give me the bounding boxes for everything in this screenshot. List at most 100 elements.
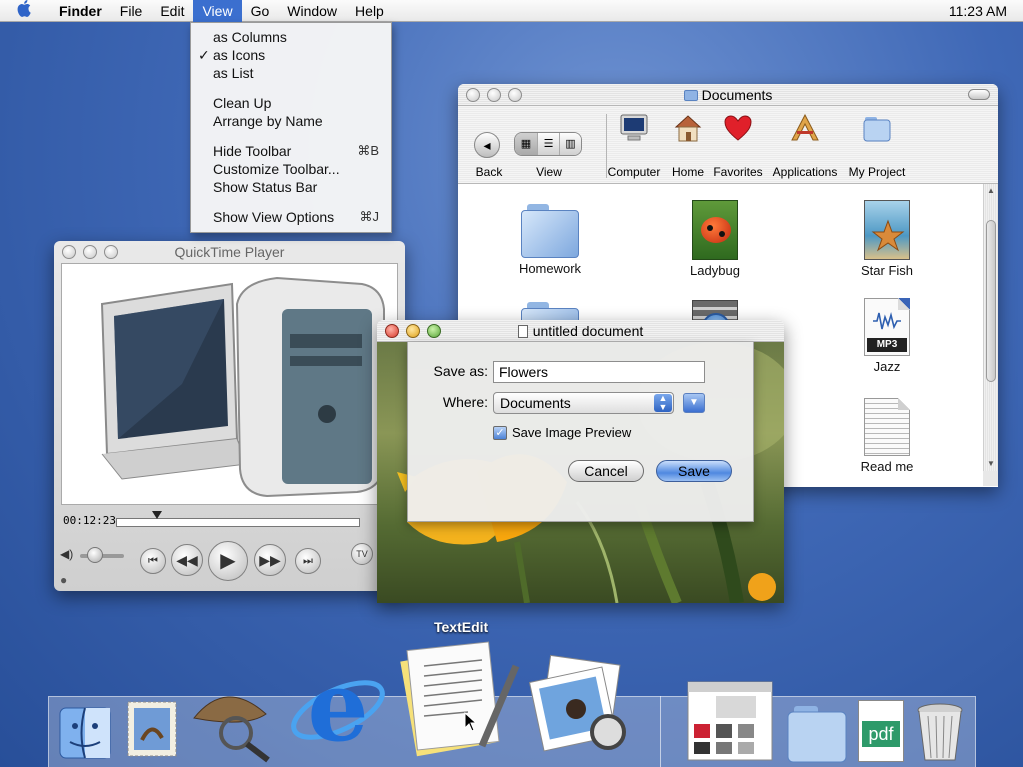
menu-item-label: Hide Toolbar [213, 143, 292, 159]
movie-frame[interactable] [61, 263, 398, 505]
dock-pdf[interactable]: pdf [858, 700, 904, 762]
menu-view[interactable]: View [193, 0, 242, 22]
expand-browser-button[interactable]: ▼ [683, 393, 705, 413]
menu-help[interactable]: Help [346, 0, 393, 22]
zoom-button[interactable] [508, 88, 522, 102]
quicktime-title: QuickTime Player [174, 244, 285, 260]
menu-file[interactable]: File [111, 0, 152, 22]
shortcut-label: ⌘B [357, 143, 379, 158]
dock-folder[interactable] [786, 700, 848, 767]
tv-channels-button[interactable]: TV [351, 543, 373, 565]
heart-icon [724, 115, 752, 141]
dock-web-page[interactable] [686, 680, 774, 767]
play-button[interactable]: ▶ [208, 541, 248, 581]
computer-button[interactable]: Computer [608, 112, 660, 179]
scroll-up-arrow-icon[interactable]: ▲ [987, 186, 995, 195]
fast-forward-button[interactable]: ▶▶ [254, 544, 286, 576]
dock-trash[interactable] [914, 702, 966, 767]
finder-face-icon [59, 707, 111, 759]
dock-finder[interactable] [58, 706, 112, 765]
file-jazz[interactable]: MP3 Jazz [837, 298, 937, 374]
my-project-button[interactable]: My Project [849, 112, 905, 179]
view-segmented-control[interactable]: ▦ ☰ ▥ [514, 132, 582, 156]
cancel-button[interactable]: Cancel [568, 460, 644, 482]
playhead-handle[interactable] [152, 511, 163, 519]
select-arrows-icon: ▲ ▼ [654, 394, 672, 412]
minimize-button[interactable] [406, 324, 420, 338]
file-ladybug[interactable]: Ladybug [665, 200, 765, 278]
dock-sherlock[interactable] [186, 678, 278, 767]
dock-internet-explorer[interactable]: e [288, 650, 392, 767]
preview-titlebar[interactable]: untitled document [377, 320, 784, 342]
menu-item-as-list[interactable]: as List [191, 64, 391, 82]
scroll-thumb[interactable] [986, 220, 996, 382]
save-as-label: Save as: [433, 363, 488, 379]
apple-menu-icon[interactable] [0, 0, 50, 22]
menu-window[interactable]: Window [278, 0, 346, 22]
where-select[interactable]: Documents ▲ ▼ [493, 392, 674, 414]
vertical-scrollbar[interactable]: ▲ ▼ [983, 184, 998, 486]
menu-item-clean-up[interactable]: Clean Up [191, 94, 391, 112]
menu-item-show-view-options[interactable]: Show View Options ⌘J [191, 208, 391, 226]
pdf-badge: pdf [862, 721, 900, 747]
home-button[interactable]: Home [672, 112, 704, 179]
resize-handle[interactable] [983, 471, 998, 486]
finder-titlebar[interactable]: Documents [458, 84, 998, 106]
favorites-label: Favorites [713, 165, 763, 179]
menu-item-as-icons[interactable]: ✓ as Icons [191, 46, 391, 64]
minimize-button[interactable] [487, 88, 501, 102]
back-button[interactable]: ◂ Back [474, 112, 504, 179]
internet-explorer-icon: e [291, 650, 385, 763]
file-name: Read me [860, 459, 914, 474]
menu-item-label: as Icons [213, 47, 266, 63]
menu-item-customize-toolbar[interactable]: Customize Toolbar... [191, 160, 391, 178]
icon-view-icon[interactable]: ▦ [515, 133, 537, 155]
menu-item-arrange-by-name[interactable]: Arrange by Name [191, 112, 391, 130]
ladybug-image-icon [692, 200, 738, 260]
toolbar-toggle-button[interactable] [968, 89, 990, 100]
menu-edit[interactable]: Edit [151, 0, 193, 22]
dock-textedit[interactable] [398, 636, 524, 767]
column-view-icon[interactable]: ▥ [559, 133, 581, 155]
step-back-button[interactable]: ⏮ [140, 548, 166, 574]
save-preview-label[interactable]: Save Image Preview [512, 425, 631, 440]
finder-toolbar: ◂ Back ▦ ☰ ▥ View Computer Home Favorite… [458, 106, 998, 184]
save-button[interactable]: Save [656, 460, 732, 482]
file-homework[interactable]: Homework [500, 202, 600, 276]
menubar-clock[interactable]: 11:23 AM [949, 0, 1007, 22]
menu-item-show-status-bar[interactable]: Show Status Bar [191, 178, 391, 196]
preview-title: untitled document [532, 323, 644, 339]
view-control[interactable]: ▦ ☰ ▥ View [514, 112, 584, 179]
close-button[interactable] [62, 245, 76, 259]
save-preview-checkbox[interactable]: ✓ [493, 426, 507, 440]
scroll-down-arrow-icon[interactable]: ▼ [987, 459, 995, 468]
volume-knob[interactable] [87, 547, 104, 563]
save-as-input[interactable]: Flowers [493, 361, 705, 383]
minimize-button[interactable] [83, 245, 97, 259]
zoom-button[interactable] [427, 324, 441, 338]
favorites-button[interactable]: Favorites [713, 112, 763, 179]
qt-timeline[interactable]: 00:12:23 [61, 511, 403, 531]
close-button[interactable] [466, 88, 480, 102]
menu-finder[interactable]: Finder [50, 0, 111, 22]
applications-button[interactable]: Applications [773, 112, 837, 179]
dock-mail[interactable] [124, 700, 180, 765]
rewind-button[interactable]: ◀◀ [171, 544, 203, 576]
menu-item-as-columns[interactable]: as Columns [191, 28, 391, 46]
powermac-image [100, 276, 385, 498]
list-view-icon[interactable]: ☰ [537, 133, 559, 155]
step-forward-button[interactable]: ⏭ [295, 548, 321, 574]
shortcut-label: ⌘J [359, 209, 380, 224]
menu-item-label: Show View Options [213, 209, 335, 225]
file-read-me[interactable]: Read me [837, 398, 937, 474]
my-project-label: My Project [848, 165, 906, 179]
close-button[interactable] [385, 324, 399, 338]
menu-go[interactable]: Go [242, 0, 279, 22]
dock-iphoto[interactable] [528, 654, 638, 767]
playback-track[interactable] [116, 518, 360, 527]
menu-item-hide-toolbar[interactable]: Hide Toolbar ⌘B [191, 142, 391, 160]
quicktime-titlebar[interactable]: QuickTime Player [54, 241, 405, 263]
speaker-icon[interactable]: ◀) [60, 547, 73, 561]
zoom-button[interactable] [104, 245, 118, 259]
file-star-fish[interactable]: Star Fish [837, 200, 937, 278]
